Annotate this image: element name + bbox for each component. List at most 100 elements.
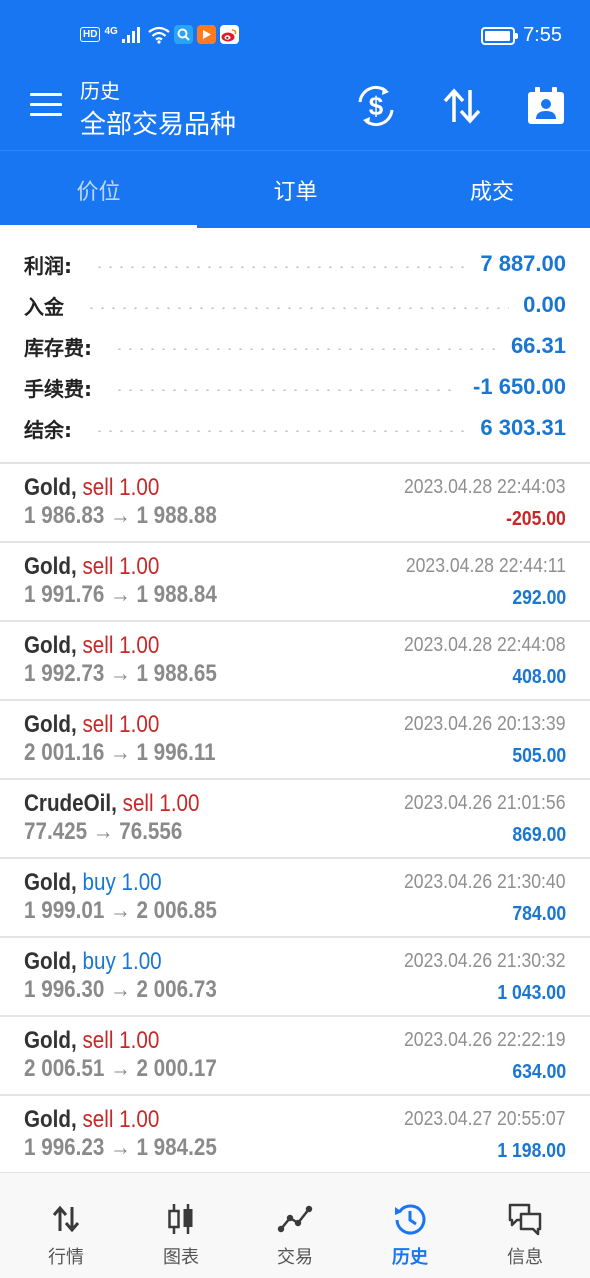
summary-label: 入金 bbox=[24, 294, 64, 319]
trade-symbol: Gold, bbox=[24, 553, 77, 580]
trade-symbol: Gold, bbox=[24, 948, 77, 975]
history-clock-icon bbox=[395, 1204, 426, 1235]
dot-leader bbox=[114, 348, 497, 350]
svg-text:$: $ bbox=[369, 91, 384, 121]
trade-profit: -205.00 bbox=[506, 508, 566, 530]
summary-value: 7 887.00 bbox=[480, 251, 566, 276]
trade-row[interactable]: Gold, sell 1.00 1 991.76 → 1 988.84 2023… bbox=[0, 543, 590, 622]
summary-label: 利润: bbox=[24, 253, 72, 278]
summary-row-commission: 手续费: -1 650.00 bbox=[24, 367, 566, 407]
trade-time: 2023.04.28 22:44:11 bbox=[405, 555, 566, 577]
trade-profit: 1 043.00 bbox=[497, 982, 566, 1004]
trade-symbol: Gold, bbox=[24, 632, 77, 659]
trade-profit: 784.00 bbox=[512, 903, 566, 925]
summary-value: 6 303.31 bbox=[480, 415, 566, 440]
summary-row-deposit: 入金 0.00 bbox=[24, 285, 566, 325]
trade-time: 2023.04.26 21:30:40 bbox=[404, 871, 566, 893]
trade-title: Gold, sell 1.00 bbox=[24, 1106, 159, 1134]
trade-time: 2023.04.26 22:22:19 bbox=[404, 1029, 566, 1051]
status-bar: HD 4G 7:55 bbox=[0, 0, 590, 72]
trade-profit: 505.00 bbox=[512, 745, 566, 767]
trade-prices: 2 006.51 → 2 000.17 bbox=[24, 1055, 217, 1082]
nav-chart[interactable]: 图表 bbox=[122, 1173, 240, 1278]
trade-profit: 869.00 bbox=[512, 824, 566, 846]
nav-history[interactable]: 历史 bbox=[351, 1173, 469, 1278]
trade-symbol: CrudeOil, bbox=[24, 790, 117, 817]
trade-symbol: Gold, bbox=[24, 474, 77, 501]
wifi-icon bbox=[148, 26, 170, 44]
trade-title: Gold, sell 1.00 bbox=[24, 474, 159, 502]
trade-row[interactable]: CrudeOil, sell 1.00 77.425 → 76.556 2023… bbox=[0, 780, 590, 859]
trade-side: sell 1.00 bbox=[82, 474, 160, 501]
trade-side: buy 1.00 bbox=[82, 948, 162, 975]
dot-leader bbox=[86, 307, 510, 309]
trade-side: sell 1.00 bbox=[82, 632, 160, 659]
trade-prices: 1 996.23 → 1 984.25 bbox=[24, 1134, 217, 1161]
video-app-icon bbox=[196, 25, 216, 44]
trade-row[interactable]: Gold, sell 1.00 1 986.83 → 1 988.88 2023… bbox=[0, 464, 590, 543]
dot-leader bbox=[94, 430, 467, 432]
trade-side: buy 1.00 bbox=[82, 869, 162, 896]
trade-row[interactable]: Gold, buy 1.00 1 999.01 → 2 006.85 2023.… bbox=[0, 859, 590, 938]
trade-symbol: Gold, bbox=[24, 1106, 77, 1133]
status-right: 7:55 bbox=[481, 24, 562, 47]
trade-time: 2023.04.28 22:44:03 bbox=[404, 476, 566, 498]
trade-row[interactable]: Gold, sell 1.00 1 992.73 → 1 988.65 2023… bbox=[0, 622, 590, 701]
trade-side: sell 1.00 bbox=[82, 1027, 160, 1054]
trade-row[interactable]: Gold, sell 1.00 1 996.23 → 1 984.25 2023… bbox=[0, 1096, 590, 1175]
summary-value: -1 650.00 bbox=[473, 374, 566, 399]
trade-time: 2023.04.26 21:30:32 bbox=[404, 950, 566, 972]
hd-indicator: HD bbox=[80, 27, 101, 42]
trade-profit: 1 198.00 bbox=[497, 1140, 566, 1162]
battery-icon bbox=[481, 26, 519, 45]
quotes-arrows-icon bbox=[52, 1205, 80, 1233]
tab-orders[interactable]: 订单 bbox=[197, 151, 394, 229]
trade-prices: 77.425 → 76.556 bbox=[24, 818, 183, 845]
trade-row[interactable]: Gold, sell 1.00 2 006.51 → 2 000.17 2023… bbox=[0, 1017, 590, 1096]
trade-prices: 1 996.30 → 2 006.73 bbox=[24, 976, 217, 1003]
page-title[interactable]: 全部交易品种 bbox=[80, 104, 236, 141]
calendar-user-icon[interactable] bbox=[524, 84, 568, 128]
summary-value: 66.31 bbox=[510, 333, 566, 358]
active-tab-indicator bbox=[0, 225, 197, 229]
trade-title: Gold, sell 1.00 bbox=[24, 711, 159, 739]
dot-leader bbox=[114, 389, 460, 391]
dot-leader bbox=[94, 266, 467, 268]
trade-title: Gold, sell 1.00 bbox=[24, 1027, 159, 1055]
nav-trade[interactable]: 交易 bbox=[236, 1173, 354, 1278]
battery-level bbox=[485, 30, 510, 41]
trade-profit: 408.00 bbox=[512, 666, 566, 688]
nav-label: 行情 bbox=[48, 1247, 84, 1268]
tab-deals[interactable]: 成交 bbox=[394, 151, 590, 229]
trade-row[interactable]: Gold, sell 1.00 2 001.16 → 1 996.11 2023… bbox=[0, 701, 590, 780]
nav-messages[interactable]: 信息 bbox=[466, 1173, 584, 1278]
menu-icon[interactable] bbox=[30, 91, 62, 119]
nav-label: 图表 bbox=[163, 1247, 199, 1268]
chart-candles-icon bbox=[168, 1204, 193, 1234]
weibo-app-icon bbox=[219, 25, 239, 44]
currency-exchange-icon[interactable]: $ bbox=[354, 84, 398, 128]
trade-prices: 1 999.01 → 2 006.85 bbox=[24, 897, 217, 924]
trade-prices: 1 992.73 → 1 988.65 bbox=[24, 660, 217, 687]
trade-symbol: Gold, bbox=[24, 711, 77, 738]
status-left: HD 4G bbox=[80, 25, 239, 44]
trade-line-icon bbox=[277, 1205, 313, 1233]
nav-quotes[interactable]: 行情 bbox=[7, 1173, 125, 1278]
trade-prices: 1 991.76 → 1 988.84 bbox=[24, 581, 217, 608]
trade-side: sell 1.00 bbox=[82, 1106, 160, 1133]
network-type: 4G bbox=[104, 25, 118, 37]
trade-time: 2023.04.27 20:55:07 bbox=[404, 1108, 566, 1130]
trade-row[interactable]: Gold, buy 1.00 1 996.30 → 2 006.73 2023.… bbox=[0, 938, 590, 1017]
summary-label: 库存费: bbox=[24, 335, 92, 360]
signal-icon bbox=[121, 26, 140, 43]
trade-profit: 634.00 bbox=[512, 1061, 566, 1083]
trade-prices: 2 001.16 → 1 996.11 bbox=[24, 739, 216, 766]
nav-label: 历史 bbox=[392, 1247, 428, 1268]
trade-side: sell 1.00 bbox=[82, 711, 160, 738]
tab-price[interactable]: 价位 bbox=[0, 151, 197, 229]
trade-side: sell 1.00 bbox=[82, 553, 160, 580]
trade-title: Gold, buy 1.00 bbox=[24, 869, 162, 897]
summary-label: 结余: bbox=[24, 417, 72, 442]
trade-time: 2023.04.26 20:13:39 bbox=[404, 713, 566, 735]
sort-arrows-icon[interactable] bbox=[440, 84, 484, 128]
